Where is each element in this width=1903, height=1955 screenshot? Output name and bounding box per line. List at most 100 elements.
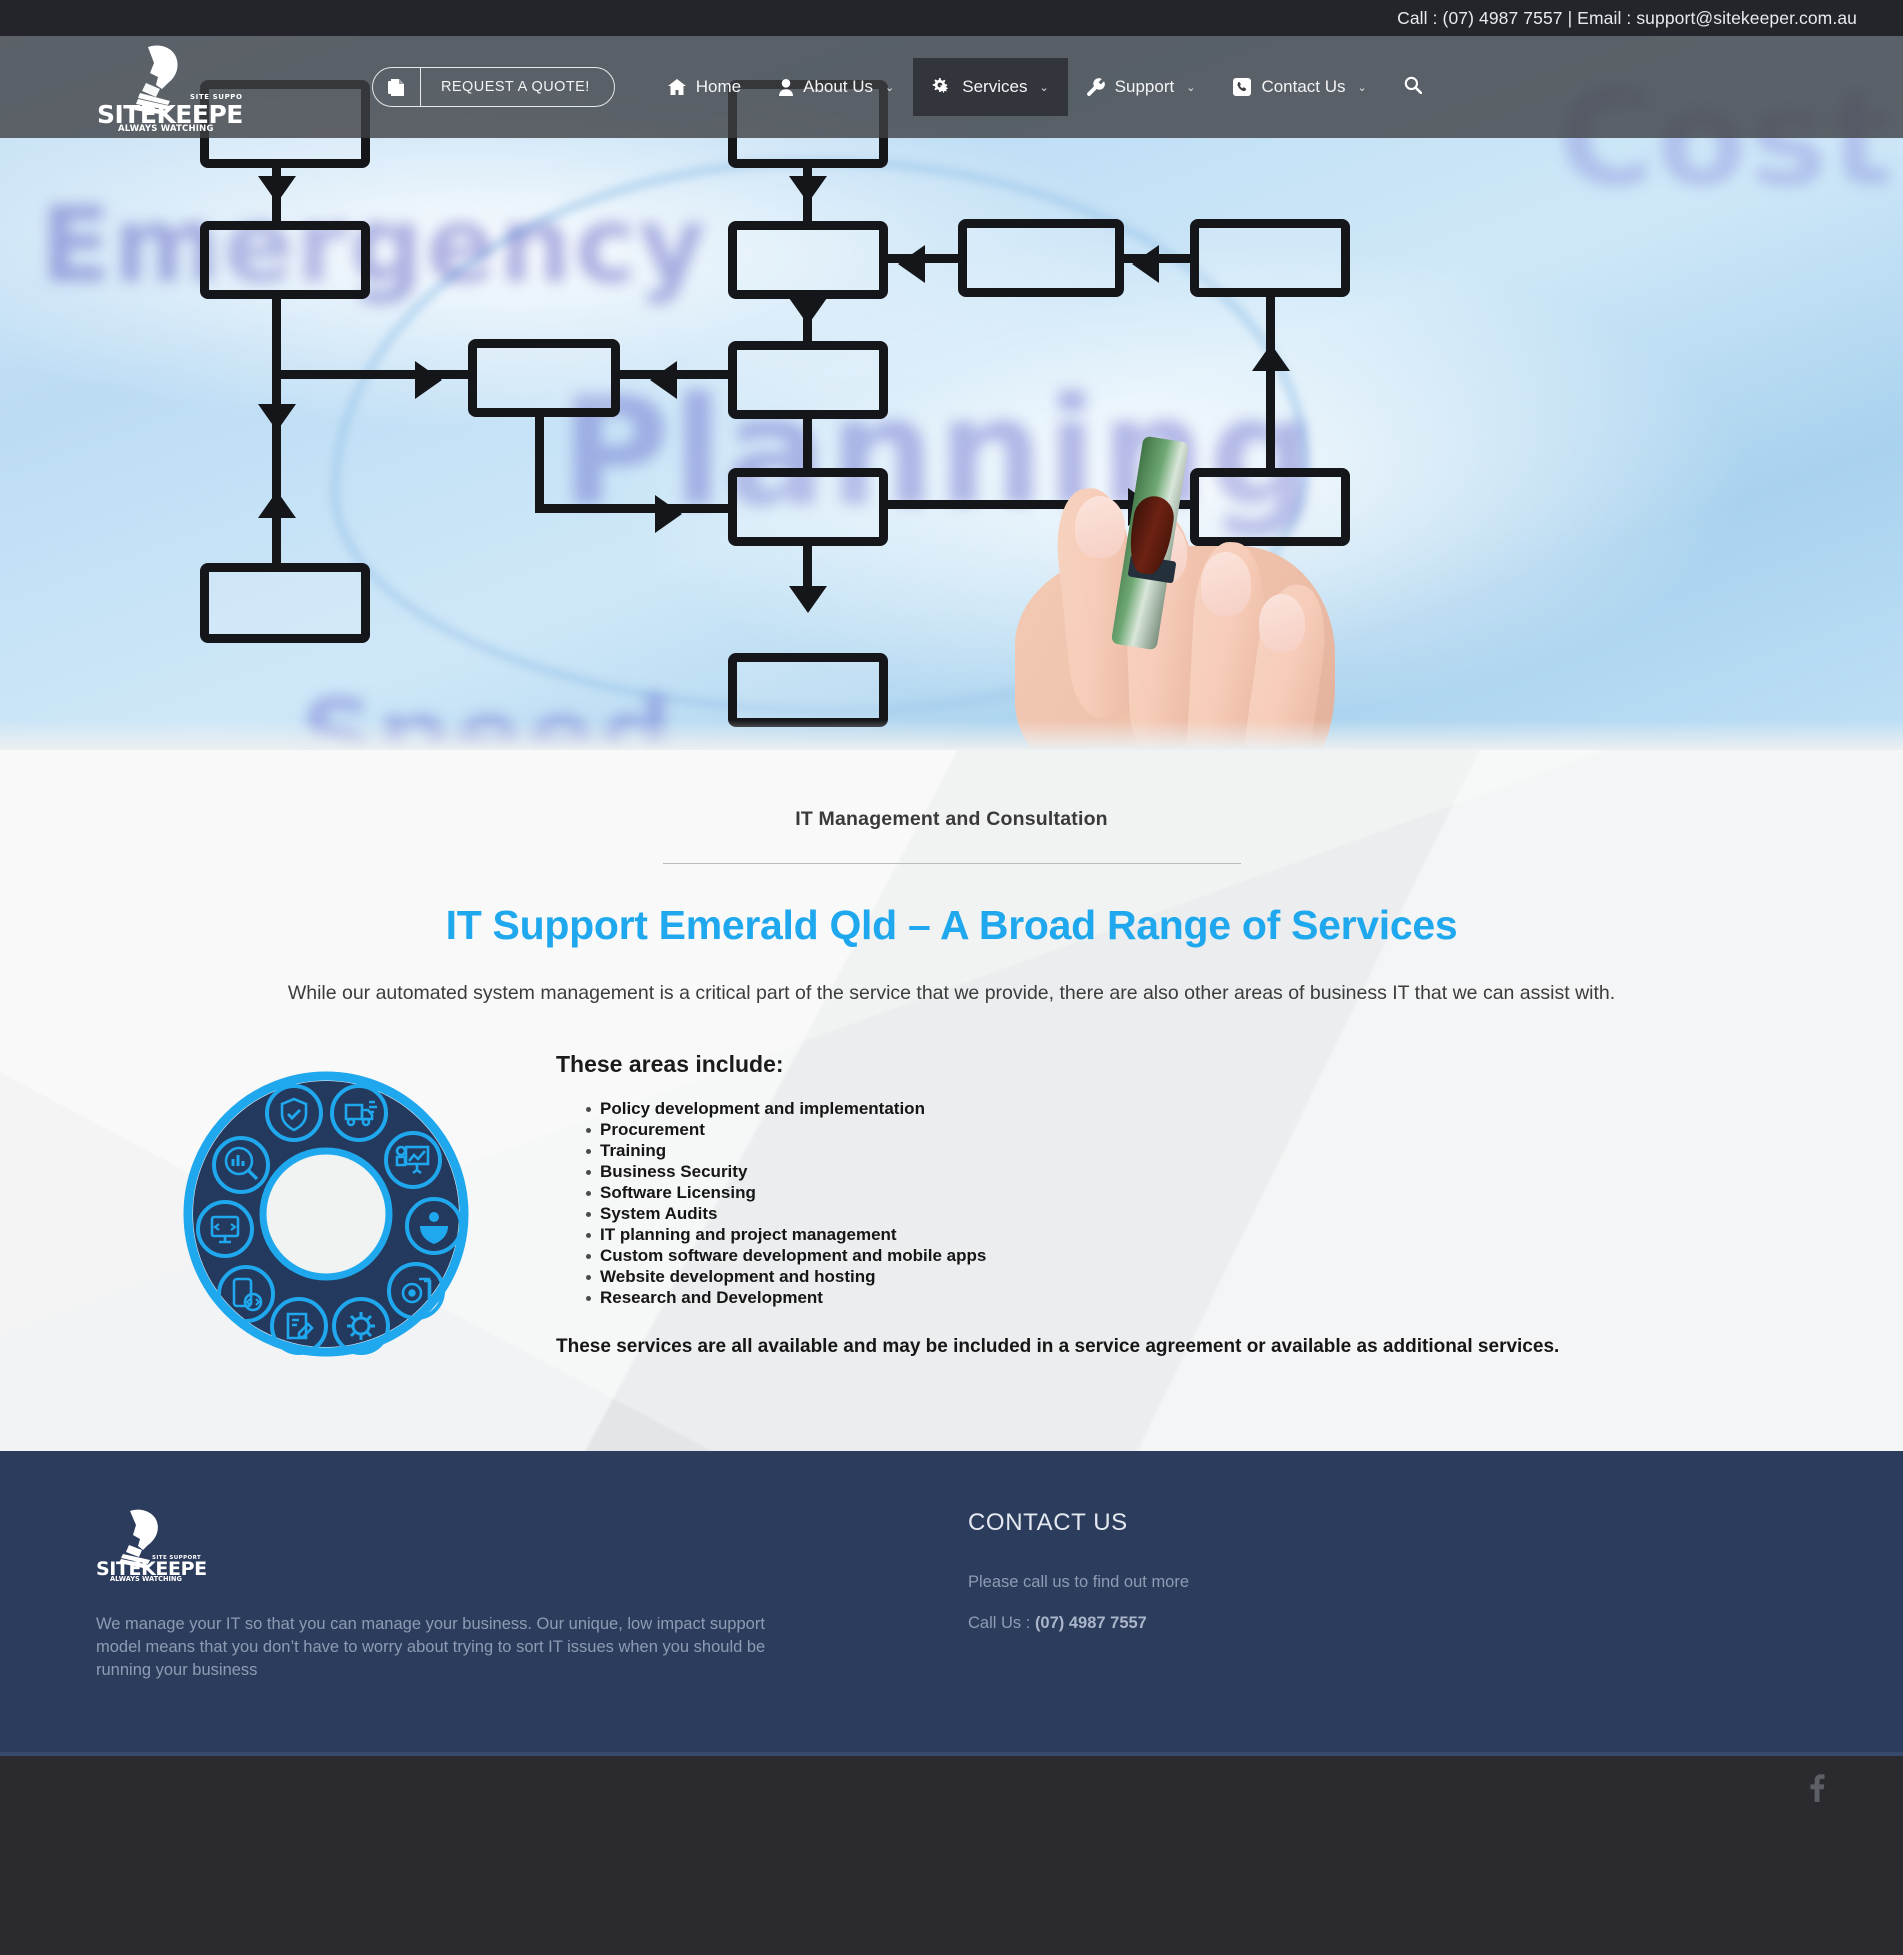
- flow-connector: [1266, 297, 1275, 472]
- flow-arrow-down: [789, 586, 827, 613]
- list-item: Software Licensing: [586, 1182, 1807, 1203]
- main-navigation: Home About Us ⌄ Services ⌄ Support ⌄ Con…: [649, 36, 1440, 138]
- search-icon: [1404, 76, 1423, 99]
- nav-item-home[interactable]: Home: [649, 58, 760, 116]
- list-item: Policy development and implementation: [586, 1098, 1807, 1119]
- footer-logo[interactable]: SITE SUPPORT SITEKEEPER ALWAYS WATCHING: [96, 1509, 206, 1581]
- footer-description: We manage your IT so that you can manage…: [96, 1615, 766, 1679]
- closing-statement: These services are all available and may…: [556, 1336, 1560, 1357]
- flow-box: [728, 221, 888, 299]
- footer-call-row: Call Us : (07) 4987 7557: [968, 1614, 1189, 1633]
- flow-box: [958, 219, 1124, 297]
- list-item: IT planning and project management: [586, 1224, 1807, 1245]
- flow-connector: [535, 504, 735, 513]
- list-item: Custom software development and mobile a…: [586, 1245, 1807, 1266]
- services-column: These areas include: Policy development …: [556, 1051, 1807, 1358]
- hero-banner: Emergency Planning Speed Cost SITE SUPPO…: [0, 36, 1903, 750]
- request-a-quote-button[interactable]: REQUEST A QUOTE!: [372, 67, 615, 107]
- nav-item-about-us[interactable]: About Us ⌄: [760, 58, 913, 116]
- nav-label-home: Home: [695, 77, 742, 96]
- flow-connector: [272, 370, 472, 379]
- nav-label-services: Services: [962, 77, 1028, 96]
- section-eyebrow: IT Management and Consultation: [795, 808, 1108, 830]
- topbar-contact-text[interactable]: Call : (07) 4987 7557 | Email : support@…: [1397, 8, 1857, 29]
- phone-icon: [1233, 78, 1252, 96]
- flow-box: [200, 563, 370, 643]
- top-contact-bar: Call : (07) 4987 7557 | Email : support@…: [0, 0, 1903, 36]
- flow-box: [728, 653, 888, 727]
- content-columns: These areas include: Policy development …: [0, 1051, 1903, 1359]
- request-a-quote-label: REQUEST A QUOTE!: [441, 79, 590, 95]
- footer-bottom-bar: [0, 1752, 1903, 1824]
- flow-arrow-left: [650, 361, 677, 399]
- hero-flowchart: [0, 36, 1903, 750]
- chevron-down-icon: ⌄: [885, 81, 895, 94]
- flow-box: [200, 221, 370, 299]
- flow-arrow-down: [789, 298, 827, 325]
- chevron-down-icon: ⌄: [1357, 81, 1367, 94]
- flow-arrow-left: [1132, 245, 1159, 283]
- nav-item-contact-us[interactable]: Contact Us ⌄: [1214, 58, 1385, 116]
- graphic-column: [96, 1051, 556, 1359]
- footer-contact: CONTACT US Please call us to find out mo…: [932, 1509, 1189, 1682]
- page-title: IT Support Emerald Qld – A Broad Range o…: [445, 902, 1458, 948]
- intro-paragraph: While our automated system management is…: [287, 982, 1616, 1004]
- svg-text:ALWAYS WATCHING: ALWAYS WATCHING: [118, 124, 214, 131]
- svg-text:ALWAYS WATCHING: ALWAYS WATCHING: [110, 1575, 182, 1581]
- flow-arrow-right: [655, 495, 682, 533]
- flow-connector: [535, 417, 544, 513]
- flow-arrow-left: [898, 245, 925, 283]
- footer-contact-title: CONTACT US: [968, 1509, 1128, 1536]
- fingernail: [1201, 552, 1251, 616]
- sitekeeper-logo-svg: SITE SUPPORT SITEKEEPER ALWAYS WATCHING: [97, 45, 242, 131]
- nav-item-support[interactable]: Support ⌄: [1068, 58, 1215, 116]
- list-item: Website development and hosting: [586, 1266, 1807, 1287]
- flow-connector: [803, 419, 812, 469]
- chevron-down-icon: ⌄: [1039, 81, 1049, 94]
- services-list: Policy development and implementation Pr…: [556, 1098, 1807, 1308]
- wrench-icon: [1086, 78, 1105, 96]
- areas-heading: These areas include:: [556, 1051, 784, 1077]
- site-header: SITE SUPPORT SITEKEEPER ALWAYS WATCHING …: [0, 36, 1903, 138]
- home-icon: [667, 79, 686, 95]
- list-item: Training: [586, 1140, 1807, 1161]
- flow-connector: [272, 299, 281, 566]
- main-content: IT Management and Consultation IT Suppor…: [0, 750, 1903, 1451]
- list-item: Business Security: [586, 1161, 1807, 1182]
- document-icon: [373, 68, 421, 106]
- flow-connector: [620, 370, 735, 379]
- section-divider: [662, 863, 1241, 864]
- search-button[interactable]: [1386, 76, 1440, 99]
- nav-label-support: Support: [1114, 77, 1175, 96]
- fingernail: [1259, 594, 1305, 652]
- hero-bottom-fade: [0, 720, 1903, 750]
- footer-about: SITE SUPPORT SITEKEEPER ALWAYS WATCHING …: [96, 1509, 932, 1682]
- flow-arrow-right: [415, 361, 442, 399]
- chevron-down-icon: ⌄: [1186, 81, 1196, 94]
- list-item: System Audits: [586, 1203, 1807, 1224]
- footer-call-number[interactable]: (07) 4987 7557: [1035, 1614, 1147, 1632]
- flow-arrow-up: [1252, 344, 1290, 371]
- flow-box: [468, 339, 620, 417]
- site-footer: SITE SUPPORT SITEKEEPER ALWAYS WATCHING …: [0, 1451, 1903, 1752]
- services-ring-graphic: [183, 1071, 469, 1357]
- facebook-icon[interactable]: [1809, 1773, 1825, 1807]
- flow-box: [728, 468, 888, 546]
- site-logo[interactable]: SITE SUPPORT SITEKEEPER ALWAYS WATCHING: [96, 43, 242, 131]
- flow-arrow-up: [258, 491, 296, 518]
- footer-call-label: Call Us :: [968, 1614, 1035, 1632]
- user-icon: [779, 78, 794, 96]
- flow-arrow-down: [258, 404, 296, 431]
- gears-icon: [932, 78, 952, 96]
- flow-box: [728, 341, 888, 419]
- nav-item-services[interactable]: Services ⌄: [913, 58, 1068, 116]
- footer-contact-subtitle: Please call us to find out more: [968, 1573, 1190, 1591]
- nav-label-contact-us: Contact Us: [1261, 77, 1346, 96]
- flow-arrow-down: [789, 176, 827, 203]
- flow-box: [1190, 219, 1350, 297]
- hand-with-marker: [955, 435, 1375, 750]
- nav-label-about-us: About Us: [803, 77, 874, 96]
- fingernail: [1075, 496, 1125, 558]
- list-item: Procurement: [586, 1119, 1807, 1140]
- list-item: Research and Development: [586, 1287, 1807, 1308]
